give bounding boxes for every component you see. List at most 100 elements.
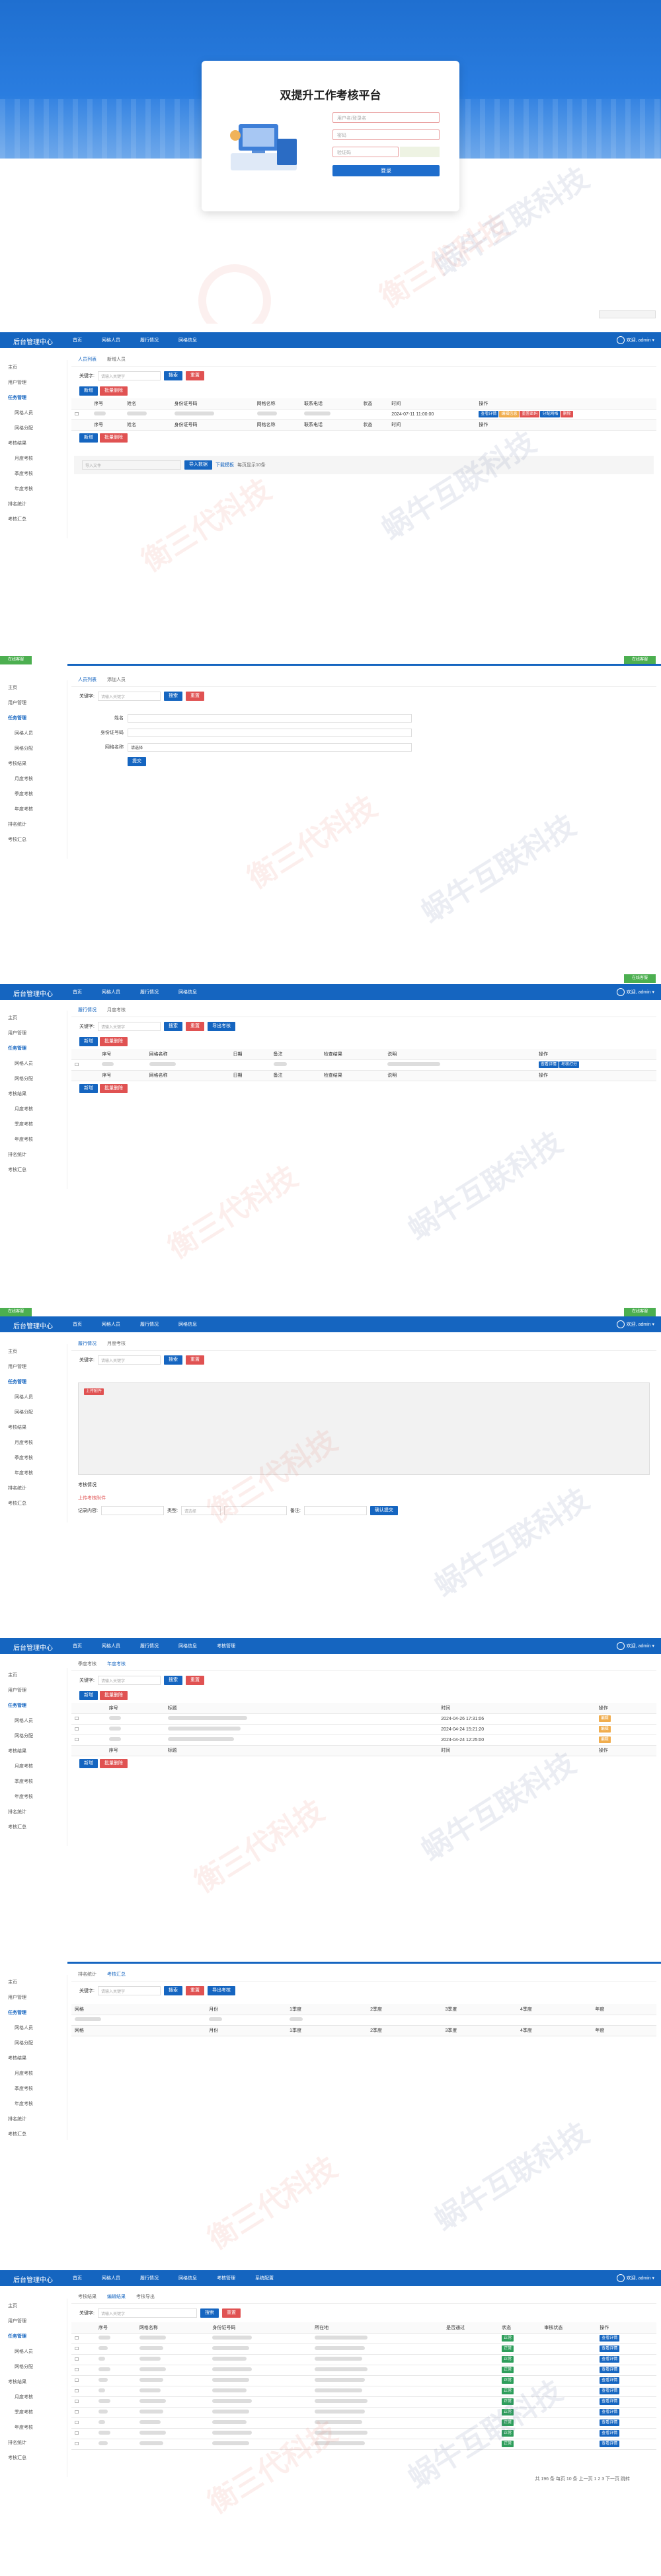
tab[interactable]: 考核汇总 (107, 1968, 126, 1981)
sidebar-item[interactable]: 季度考核 (0, 2405, 67, 2420)
page-size[interactable]: 每页显示10条 (237, 462, 266, 468)
reset-button[interactable]: 重置 (185, 371, 204, 380)
sidebar-item[interactable]: 年度考核 (0, 802, 67, 817)
idcard-input[interactable] (128, 728, 412, 737)
login-button[interactable]: 登录 (332, 165, 440, 176)
sidebar-item[interactable]: 年度考核 (0, 2420, 67, 2435)
nav-item[interactable]: 网格人员 (102, 1321, 120, 1328)
view-button[interactable]: 查看详情 (600, 2345, 620, 2352)
add-button[interactable]: 新增 (79, 1083, 98, 1093)
batch-delete-button[interactable]: 批量删除 (100, 1758, 128, 1768)
download-template-link[interactable]: 下载模板 (215, 462, 234, 468)
sidebar-item[interactable]: 排名统计 (0, 1147, 67, 1163)
sidebar-item[interactable]: 月度考核 (0, 1435, 67, 1450)
sidebar-item[interactable]: 年度考核 (0, 2096, 67, 2112)
sidebar-item[interactable]: 月度考核 (0, 2390, 67, 2405)
sidebar-item[interactable]: 考核汇总 (0, 1496, 67, 1511)
sidebar-item[interactable]: 季度考核 (0, 1450, 67, 1466)
sidebar-item[interactable]: 考核结果 (0, 2051, 67, 2066)
upload-button[interactable]: 上传附件 (84, 1388, 104, 1395)
sidebar-item[interactable]: 用户管理 (0, 1026, 67, 1041)
import-button[interactable]: 导入数据 (184, 460, 212, 470)
name-input[interactable] (128, 713, 412, 723)
sidebar-item[interactable]: 考核结果 (0, 1744, 67, 1759)
tab[interactable]: 排名统计 (78, 1968, 97, 1981)
view-button[interactable]: 查看详情 (600, 2430, 620, 2437)
sidebar-item[interactable]: 排名统计 (0, 2435, 67, 2451)
view-button[interactable]: 查看详情 (600, 2377, 620, 2384)
tab[interactable]: 添加人员 (107, 674, 126, 686)
batch-delete-button[interactable]: 批量删除 (100, 433, 128, 443)
pagination[interactable]: 共 196 条 每页 10 条 上一页 1 2 3 下一页 跳转 (535, 2476, 630, 2482)
sidebar-item[interactable]: 考核汇总 (0, 2127, 67, 2142)
tab[interactable]: 月度考核 (107, 1004, 126, 1017)
nav-item[interactable]: 首页 (73, 2275, 82, 2281)
search-button[interactable]: 搜索 (200, 2308, 219, 2318)
tab[interactable]: 季度考核 (78, 1658, 97, 1670)
sidebar-item[interactable]: 网格分配 (0, 1729, 67, 1744)
reset-button[interactable]: 重置 (221, 2308, 241, 2318)
language-bar[interactable] (599, 310, 656, 318)
batch-delete-button[interactable]: 批量删除 (100, 1691, 128, 1700)
sidebar-item[interactable]: 任务管理 (0, 1698, 67, 1713)
add-button[interactable]: 新增 (79, 386, 98, 396)
batch-delete-button[interactable]: 批量删除 (100, 1083, 128, 1093)
nav-item[interactable]: 网格信息 (178, 1643, 197, 1649)
user-menu[interactable]: 欢迎, admin ▾ (616, 988, 654, 996)
search-button[interactable]: 搜索 (163, 1986, 182, 1995)
sidebar-item[interactable]: 年度考核 (0, 1132, 67, 1147)
nav-item[interactable]: 网格人员 (102, 1643, 120, 1649)
edit-button[interactable]: 编辑 (598, 1715, 611, 1722)
add-button[interactable]: 新增 (79, 1037, 98, 1046)
grid-select[interactable]: 请选择 (128, 742, 412, 752)
sidebar-item[interactable]: 任务管理 (0, 2329, 67, 2344)
sidebar-item[interactable]: 网格人员 (0, 1056, 67, 1071)
search-button[interactable]: 搜索 (163, 692, 182, 701)
nav-item[interactable]: 网格信息 (178, 2275, 197, 2281)
view-button[interactable]: 查看详情 (600, 2441, 620, 2447)
tab[interactable]: 编辑结果 (107, 2291, 126, 2303)
user-menu[interactable]: 欢迎, admin ▾ (616, 1320, 654, 1328)
sidebar-item[interactable]: 排名统计 (0, 1805, 67, 1820)
sidebar-item[interactable]: 年度考核 (0, 482, 67, 497)
add-button[interactable]: 新增 (79, 433, 98, 443)
sidebar-item[interactable]: 用户管理 (0, 696, 67, 711)
search-input[interactable]: 请输入关键字 (97, 371, 161, 380)
sidebar-item[interactable]: 用户管理 (0, 375, 67, 390)
sidebar-item[interactable]: 排名统计 (0, 817, 67, 832)
sidebar-item[interactable]: 任务管理 (0, 390, 67, 406)
edit-button[interactable]: 编辑信息 (499, 411, 520, 417)
sidebar-item[interactable]: 年度考核 (0, 1789, 67, 1805)
sidebar-item[interactable]: 月度考核 (0, 451, 67, 466)
tab[interactable]: 人员列表 (78, 353, 97, 366)
search-input[interactable]: 请输入关键字 (97, 1355, 161, 1365)
sidebar-item[interactable]: 主页 (0, 1011, 67, 1026)
nav-item[interactable]: 网格人员 (102, 337, 120, 343)
confirm-button[interactable]: 确认提交 (369, 1506, 398, 1515)
sidebar-item[interactable]: 考核结果 (0, 756, 67, 771)
sidebar-item[interactable]: 任务管理 (0, 1041, 67, 1056)
batch-delete-button[interactable]: 批量删除 (100, 386, 128, 396)
nav-item[interactable]: 首页 (73, 1321, 82, 1328)
nav-item[interactable]: 履行情况 (140, 2275, 159, 2281)
view-button[interactable]: 查看详情 (538, 1061, 559, 1068)
sidebar-item[interactable]: 主页 (0, 1668, 67, 1683)
nav-item[interactable]: 首页 (73, 1643, 82, 1649)
view-button[interactable]: 查看详情 (479, 411, 499, 417)
search-button[interactable]: 搜索 (163, 1355, 182, 1365)
export-button[interactable]: 导出考核 (207, 1022, 235, 1031)
view-button[interactable]: 查看详情 (600, 2388, 620, 2394)
batch-delete-button[interactable]: 批量删除 (100, 1037, 128, 1046)
sidebar-item[interactable]: 用户管理 (0, 1990, 67, 2005)
nav-item[interactable]: 网格人员 (102, 2275, 120, 2281)
user-menu[interactable]: 欢迎, admin ▾ (616, 2274, 654, 2282)
record-input[interactable] (100, 1506, 164, 1515)
nav-item[interactable]: 首页 (73, 989, 82, 995)
sidebar-item[interactable]: 网格人员 (0, 726, 67, 741)
sidebar-item[interactable]: 排名统计 (0, 497, 67, 512)
upload-area[interactable]: 上传附件 (78, 1382, 650, 1475)
sidebar-item[interactable]: 季度考核 (0, 466, 67, 482)
sidebar-item[interactable]: 主页 (0, 680, 67, 696)
sidebar-item[interactable]: 网格分配 (0, 1405, 67, 1420)
nav-item[interactable]: 履行情况 (140, 1321, 159, 1328)
